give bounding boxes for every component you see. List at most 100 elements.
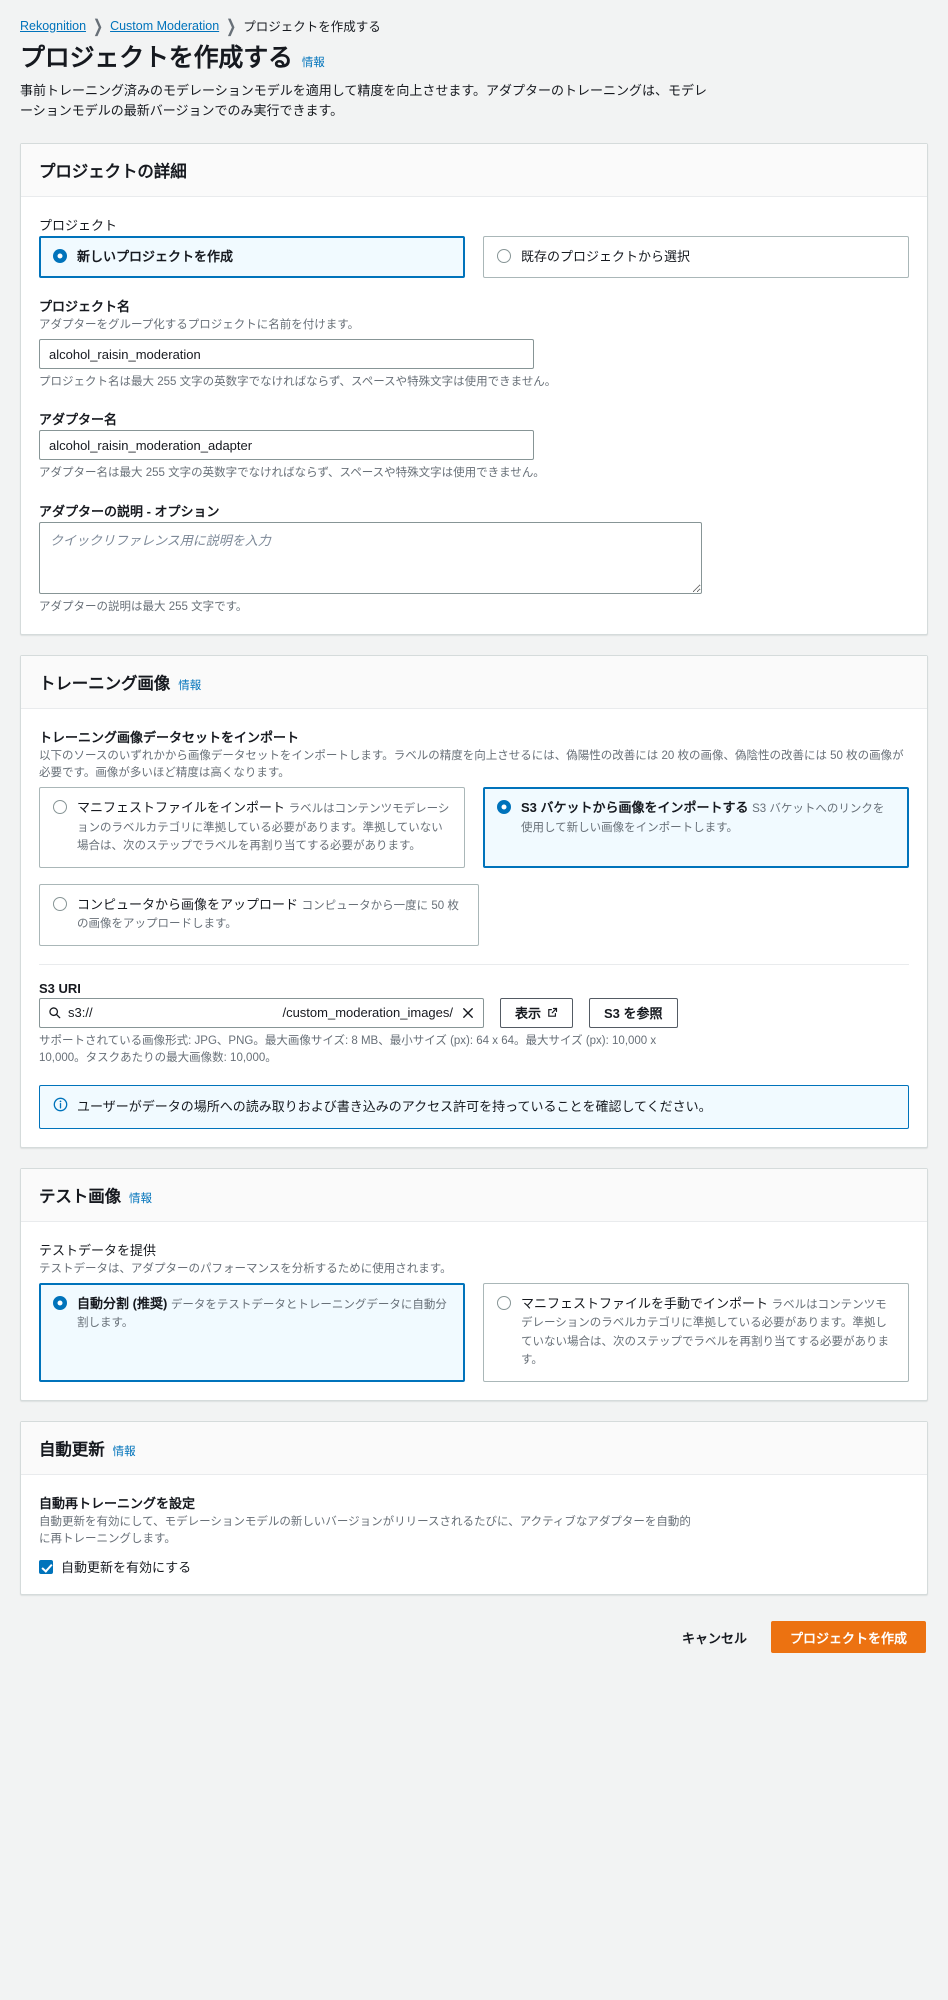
adapter-name-constraint: アダプター名は最大 255 文字の英数字でなければならず、スペースや特殊文字は使… xyxy=(39,467,545,480)
project-details-header: プロジェクトの詳細 xyxy=(21,144,927,198)
project-radio-group: 新しいプロジェクトを作成 既存のプロジェクトから選択 xyxy=(39,236,909,278)
test-data-radio-group: 自動分割 (推奨) データをテストデータとトレーニングデータに自動分割します。 … xyxy=(39,1282,909,1382)
adapter-description-textarea[interactable] xyxy=(39,521,702,594)
radio-icon-computer-upload[interactable] xyxy=(53,896,67,911)
breadcrumb-item-current: プロジェクトを作成する xyxy=(243,20,381,34)
adapter-name-input[interactable] xyxy=(39,430,534,461)
auto-retrain-field: 自動再トレーニングを設定 自動更新を有効にして、モデレーションモデルの新しいバー… xyxy=(39,1493,909,1577)
radio-tile-s3-import[interactable]: S3 バケットから画像をインポートする S3 バケットへのリンクを使用して新しい… xyxy=(483,787,909,868)
breadcrumb-separator-icon: ❯ xyxy=(226,15,237,36)
view-button-label: 表示 xyxy=(515,1006,542,1022)
auto-retrain-label: 自動再トレーニングを設定 xyxy=(39,1495,196,1511)
test-images-title: テスト画像 xyxy=(39,1187,122,1206)
breadcrumb-item-custom-moderation[interactable]: Custom Moderation xyxy=(110,19,219,33)
create-project-button[interactable]: プロジェクトを作成 xyxy=(770,1621,926,1654)
radio-tile-existing-project[interactable]: 既存のプロジェクトから選択 xyxy=(483,236,909,278)
info-icon xyxy=(53,1097,68,1112)
radio-tile-s3-import-label: S3 バケットから画像をインポートする xyxy=(521,800,749,816)
test-images-info-link[interactable]: 情報 xyxy=(129,1190,152,1206)
training-images-card: トレーニング画像 情報 トレーニング画像データセットをインポート 以下のソースの… xyxy=(20,654,928,1148)
project-details-title: プロジェクトの詳細 xyxy=(39,163,187,182)
training-images-body: トレーニング画像データセットをインポート 以下のソースのいずれかから画像データセ… xyxy=(21,709,927,1147)
training-images-info-link[interactable]: 情報 xyxy=(178,677,201,693)
radio-icon-manifest-import[interactable] xyxy=(53,800,67,815)
project-selector-field: プロジェクト 新しいプロジェクトを作成 既存のプロジェクトから選択 xyxy=(39,215,909,278)
radio-tile-manifest-import[interactable]: マニフェストファイルをインポート ラベルはコンテンツモデレーションのラベルカテゴ… xyxy=(39,787,465,868)
auto-update-checkbox-row[interactable]: 自動更新を有効にする xyxy=(39,1557,909,1576)
radio-tile-new-project[interactable]: 新しいプロジェクトを作成 xyxy=(39,236,465,278)
adapter-description-label: アダプターの説明 - オプション xyxy=(39,503,220,519)
s3-uri-constraint: サポートされている画像形式: JPG、PNG。最大画像サイズ: 8 MB、最小サ… xyxy=(39,1034,657,1064)
clear-icon[interactable] xyxy=(461,1006,475,1020)
auto-update-checkbox-label: 自動更新を有効にする xyxy=(61,1560,192,1576)
test-data-hint: テストデータは、アダプターのパフォーマンスを分析するために使用されます。 xyxy=(39,1262,452,1275)
adapter-description-field: アダプターの説明 - オプション アダプターの説明は最大 255 文字です。 xyxy=(39,501,909,616)
breadcrumb-item-rekognition[interactable]: Rekognition xyxy=(20,19,86,33)
radio-icon-new-project[interactable] xyxy=(53,249,67,264)
project-name-input[interactable] xyxy=(39,339,534,370)
view-button[interactable]: 表示 xyxy=(500,997,574,1028)
radio-tile-auto-split[interactable]: 自動分割 (推奨) データをテストデータとトレーニングデータに自動分割します。 xyxy=(39,1282,465,1382)
radio-tile-manual-manifest-label: マニフェストファイルを手動でインポート xyxy=(521,1295,769,1311)
page-root: Rekognition ❯ Custom Moderation ❯ プロジェクト… xyxy=(0,0,948,1683)
adapter-name-label: アダプター名 xyxy=(39,412,118,428)
cancel-button[interactable]: キャンセル xyxy=(676,1622,753,1652)
form-footer: キャンセル プロジェクトを作成 xyxy=(20,1615,928,1683)
page-info-link[interactable]: 情報 xyxy=(302,54,325,70)
project-name-hint: アダプターをグループ化するプロジェクトに名前を付けます。 xyxy=(39,318,360,331)
project-name-label: プロジェクト名 xyxy=(39,298,131,314)
permissions-info-alert: ユーザーがデータの場所への読み取りおよび書き込みのアクセス許可を持っていることを… xyxy=(39,1085,909,1129)
search-icon xyxy=(49,1007,61,1019)
auto-retrain-hint: 自動更新を有効にして、モデレーションモデルの新しいバージョンがリリースされるたび… xyxy=(39,1515,691,1546)
project-name-constraint: プロジェクト名は最大 255 文字の英数字でなければならず、スペースや特殊文字は… xyxy=(39,376,557,389)
breadcrumb-separator-icon: ❯ xyxy=(93,15,104,36)
radio-tile-auto-split-label: 自動分割 (推奨) xyxy=(77,1295,168,1311)
breadcrumb: Rekognition ❯ Custom Moderation ❯ プロジェクト… xyxy=(20,15,928,36)
s3-uri-path-text: /custom_moderation_images/ xyxy=(282,1005,453,1021)
s3-uri-scheme-text: s3:// xyxy=(68,1005,93,1021)
radio-tile-new-project-label: 新しいプロジェクトを作成 xyxy=(77,249,234,265)
radio-tile-manifest-import-label: マニフェストファイルをインポート xyxy=(77,800,286,816)
browse-s3-button[interactable]: S3 を参照 xyxy=(589,997,678,1028)
auto-update-checkbox[interactable] xyxy=(39,1559,53,1574)
training-images-header: トレーニング画像 情報 xyxy=(21,655,927,709)
s3-uri-input[interactable]: s3:// /custom_moderation_images/ xyxy=(39,997,484,1028)
section-divider xyxy=(39,963,909,965)
training-images-title: トレーニング画像 xyxy=(39,674,171,693)
s3-uri-label: S3 URI xyxy=(39,980,81,996)
import-source-radio-group: マニフェストファイルをインポート ラベルはコンテンツモデレーションのラベルカテゴ… xyxy=(39,787,909,868)
auto-update-card: 自動更新 情報 自動再トレーニングを設定 自動更新を有効にして、モデレーションモ… xyxy=(20,1420,928,1596)
test-data-label: テストデータを提供 xyxy=(39,1242,157,1258)
radio-tile-existing-project-label: 既存のプロジェクトから選択 xyxy=(521,249,691,265)
external-link-icon xyxy=(548,1008,558,1017)
radio-icon-manual-manifest[interactable] xyxy=(497,1295,511,1310)
page-description: 事前トレーニング済みのモデレーションモデルを適用して精度を向上させます。アダプタ… xyxy=(20,82,708,119)
radio-icon-s3-import[interactable] xyxy=(497,800,511,815)
test-data-field: テストデータを提供 テストデータは、アダプターのパフォーマンスを分析するために使… xyxy=(39,1240,909,1382)
auto-update-title: 自動更新 xyxy=(39,1440,105,1459)
adapter-description-constraint: アダプターの説明は最大 255 文字です。 xyxy=(39,600,248,613)
auto-update-header: 自動更新 情報 xyxy=(21,1421,927,1475)
auto-update-body: 自動再トレーニングを設定 自動更新を有効にして、モデレーションモデルの新しいバー… xyxy=(21,1475,927,1595)
test-images-body: テストデータを提供 テストデータは、アダプターのパフォーマンスを分析するために使… xyxy=(21,1222,927,1400)
page-header: プロジェクトを作成する 情報 xyxy=(20,44,928,73)
s3-uri-row: s3:// /custom_moderation_images/ 表示 S3 を… xyxy=(39,997,909,1028)
project-name-field: プロジェクト名 アダプターをグループ化するプロジェクトに名前を付けます。 プロジ… xyxy=(39,296,909,392)
project-label: プロジェクト xyxy=(39,218,118,234)
s3-uri-field: S3 URI s3:// /custom_moderation_images/ xyxy=(39,981,909,1068)
auto-update-info-link[interactable]: 情報 xyxy=(113,1443,136,1459)
radio-tile-computer-upload[interactable]: コンピュータから画像をアップロード コンピュータから一度に 50 枚の画像をアッ… xyxy=(39,883,479,946)
import-dataset-hint: 以下のソースのいずれかから画像データセットをインポートします。ラベルの精度を向上… xyxy=(39,749,904,780)
import-dataset-label: トレーニング画像データセットをインポート xyxy=(39,729,300,745)
page-title: プロジェクトを作成する xyxy=(20,44,293,72)
radio-icon-existing-project[interactable] xyxy=(497,249,511,264)
import-source-radio-group-second: コンピュータから画像をアップロード コンピュータから一度に 50 枚の画像をアッ… xyxy=(39,883,909,946)
permissions-info-alert-text: ユーザーがデータの場所への読み取りおよび書き込みのアクセス許可を持っていることを… xyxy=(77,1099,712,1115)
radio-tile-computer-upload-label: コンピュータから画像をアップロード xyxy=(77,896,299,912)
project-details-card: プロジェクトの詳細 プロジェクト 新しいプロジェクトを作成 既存のプロジェクトか… xyxy=(20,143,928,635)
adapter-name-field: アダプター名 アダプター名は最大 255 文字の英数字でなければならず、スペース… xyxy=(39,409,909,482)
radio-icon-auto-split[interactable] xyxy=(53,1295,67,1310)
test-images-card: テスト画像 情報 テストデータを提供 テストデータは、アダプターのパフォーマンス… xyxy=(20,1167,928,1401)
radio-tile-manual-manifest[interactable]: マニフェストファイルを手動でインポート ラベルはコンテンツモデレーションのラベル… xyxy=(483,1282,909,1382)
